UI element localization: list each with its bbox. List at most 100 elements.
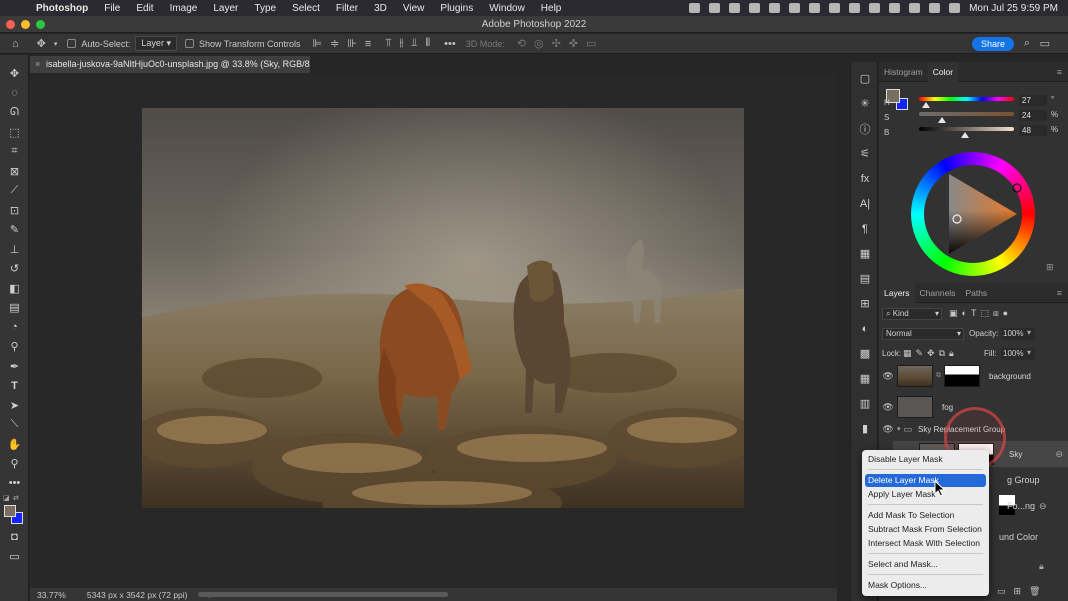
edit-toolbar-icon[interactable]: •••	[0, 474, 29, 494]
quick-mask-icon[interactable]: ◘	[0, 527, 29, 547]
default-colors-icon[interactable]: ◪	[3, 494, 10, 502]
saturation-value-field[interactable]: 24	[1019, 110, 1047, 121]
align-top-icon[interactable]: ⫪	[385, 37, 391, 50]
menu-type[interactable]: Type	[246, 3, 284, 14]
menu-app[interactable]: Photoshop	[28, 3, 96, 14]
align-center-icon[interactable]: ≑	[330, 37, 339, 50]
align-bottom-icon[interactable]: ⫫	[411, 37, 417, 50]
horizontal-scrollbar[interactable]	[198, 592, 448, 597]
styles-panel-icon[interactable]: ◐	[851, 316, 879, 341]
clone-stamp-tool-icon[interactable]: ⊥	[0, 240, 29, 260]
search-icon[interactable]	[909, 3, 921, 13]
menu-plugins[interactable]: Plugins	[432, 3, 481, 14]
menu-layer[interactable]: Layer	[205, 3, 246, 14]
menu-item-disable-layer-mask[interactable]: Disable Layer Mask	[865, 453, 986, 466]
brightness-value-field[interactable]: 48	[1019, 125, 1047, 136]
menu-item-delete-layer-mask[interactable]: Delete Layer Mask	[865, 474, 986, 487]
visibility-eye-icon[interactable]: 👁︎	[879, 371, 897, 382]
crop-tool-icon[interactable]: ⌗	[0, 142, 29, 162]
layer-filter-kind-dropdown[interactable]: ⌕ Kind ▾	[882, 308, 942, 320]
distribute-icon[interactable]: ≡	[365, 38, 371, 50]
home-icon[interactable]: ⌂	[12, 38, 19, 50]
color-wheel[interactable]	[911, 152, 1035, 276]
comments-panel-icon[interactable]: ▢	[851, 66, 879, 91]
layer-row-background[interactable]: 👁︎ ⧉ background	[879, 363, 1059, 389]
tab-histogram[interactable]: Histogram	[879, 62, 928, 82]
chain-link-icon[interactable]: ⧉	[936, 372, 941, 380]
menu-image[interactable]: Image	[162, 3, 206, 14]
wifi-icon[interactable]	[869, 3, 881, 13]
saturation-slider-thumb[interactable]	[937, 117, 946, 123]
workspace-icon[interactable]: ▭	[1040, 37, 1050, 50]
eraser-tool-icon[interactable]: ◧	[0, 279, 29, 299]
swatches-panel-icon[interactable]: ▩	[851, 341, 879, 366]
distribute-vertical-icon[interactable]: ⦀	[425, 37, 430, 50]
menu-item-add-mask-to-selection[interactable]: Add Mask To Selection	[865, 509, 986, 522]
grid-app-icon[interactable]	[829, 3, 841, 13]
actions-panel-icon[interactable]: fx	[851, 166, 879, 191]
paragraph-panel-icon[interactable]: ¶	[851, 216, 879, 241]
siri-icon[interactable]	[949, 3, 961, 13]
tab-color[interactable]: Color	[927, 61, 959, 82]
align-middle-icon[interactable]: ⫲	[400, 37, 404, 50]
saturation-slider[interactable]	[919, 112, 1014, 116]
libraries-panel-icon[interactable]: ▦	[851, 241, 879, 266]
notes-panel-icon[interactable]: ▤	[851, 266, 879, 291]
color-triangle[interactable]	[911, 152, 1035, 276]
adjustments-panel-icon[interactable]: ⚟	[851, 141, 879, 166]
tool-preset-chevron-icon[interactable]: ▾	[54, 40, 58, 48]
document-tab[interactable]: × isabella-juskova-9aNItHjuOc0-unsplash.…	[30, 56, 310, 73]
panel-menu-icon[interactable]: ≡	[1057, 67, 1062, 77]
hand-tool-icon[interactable]: ✋	[0, 435, 29, 455]
line-tool-icon[interactable]: ⟍	[0, 415, 29, 435]
menu-file[interactable]: File	[96, 3, 128, 14]
user-icon[interactable]	[889, 3, 901, 13]
control-center-icon[interactable]	[929, 3, 941, 13]
marquee-tool-icon[interactable]: ◌	[0, 84, 29, 104]
gradients-panel-icon[interactable]: ▥	[851, 391, 879, 416]
lasso-tool-icon[interactable]: ᘏ	[0, 103, 29, 123]
eyedropper-tool-icon[interactable]: ⟋	[0, 181, 29, 201]
menu-extra-icon[interactable]	[749, 3, 761, 13]
swap-colors-icon[interactable]: ⇄	[13, 494, 19, 502]
show-transform-option[interactable]: Show Transform Controls	[184, 39, 301, 49]
more-options-icon[interactable]: •••	[444, 38, 456, 50]
brushes-panel-icon[interactable]: ▮	[851, 416, 879, 441]
add-to-swatches-icon[interactable]: ⊞	[1046, 262, 1054, 273]
align-right-icon[interactable]: ⊪	[347, 37, 357, 50]
hue-slider[interactable]	[919, 97, 1014, 101]
type-tool-icon[interactable]: T	[0, 376, 29, 396]
hue-ring-marker[interactable]	[1012, 183, 1022, 193]
lock-icons[interactable]: ▦✎✥⧉🔒︎	[903, 348, 958, 359]
bookmark-icon[interactable]	[809, 3, 821, 13]
hue-value-field[interactable]: 27	[1019, 95, 1047, 106]
dodge-tool-icon[interactable]: ⚲	[0, 337, 29, 357]
menu-item-mask-options[interactable]: Mask Options...	[865, 579, 986, 592]
zoom-level[interactable]: 33.77%	[37, 590, 66, 600]
menu-extra-icon-2[interactable]	[769, 3, 781, 13]
hue-slider-thumb[interactable]	[921, 102, 930, 108]
character-panel-icon[interactable]: A|	[851, 191, 879, 216]
brush-tool-icon[interactable]: ✎	[0, 220, 29, 240]
healing-brush-tool-icon[interactable]: ⊡	[0, 201, 29, 221]
object-selection-tool-icon[interactable]: ⬚	[0, 123, 29, 143]
group-expand-chevron-icon[interactable]: ▾	[897, 425, 901, 433]
display-icon[interactable]	[789, 3, 801, 13]
frame-tool-icon[interactable]: ⊠	[0, 162, 29, 182]
menu-select[interactable]: Select	[284, 3, 328, 14]
history-panel-icon[interactable]: ⊞	[851, 291, 879, 316]
tab-layers[interactable]: Layers	[879, 282, 915, 303]
zoom-tool-icon[interactable]: ⚲	[0, 454, 29, 474]
path-selection-tool-icon[interactable]: ➤	[0, 396, 29, 416]
auto-select-checkbox[interactable]	[67, 39, 77, 48]
zoom-window-button[interactable]	[36, 20, 45, 29]
share-button[interactable]: Share	[971, 37, 1014, 51]
brightness-slider-thumb[interactable]	[960, 132, 969, 138]
tools-panel-grip[interactable]	[0, 55, 28, 64]
learn-panel-icon[interactable]: ✳	[851, 91, 879, 116]
gradient-tool-icon[interactable]: ▤	[0, 298, 29, 318]
align-left-icon[interactable]: ⊫	[313, 37, 323, 50]
brightness-slider[interactable]	[919, 127, 1014, 131]
dropbox-icon[interactable]	[729, 3, 741, 13]
layer-mask-thumbnail[interactable]	[944, 365, 980, 387]
